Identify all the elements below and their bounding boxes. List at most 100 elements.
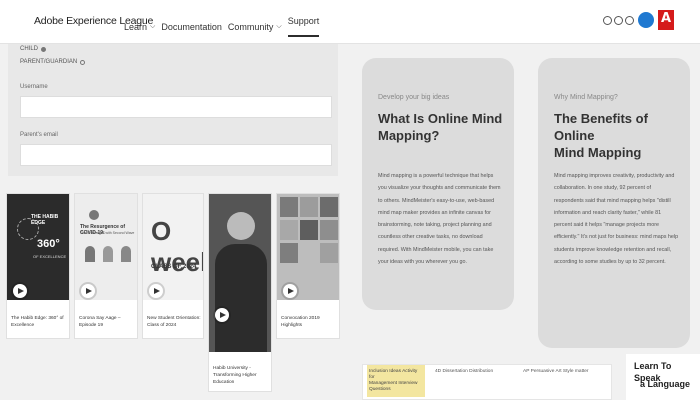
info-body-line: to others. MindMeister's easy-to-use, we… [378, 197, 495, 204]
play-icon[interactable] [81, 284, 95, 298]
topic-cell-line: Inclusion Ideas Activity for [369, 369, 418, 380]
topic-cell[interactable]: AP Persuasive Art Style matter [521, 365, 611, 379]
radio-parent-label: PARENT/GUARDIAN [20, 59, 78, 65]
collage-tile [280, 197, 298, 217]
video-thumbnail [277, 194, 339, 300]
collage-tile [280, 220, 298, 240]
collage-tile [320, 197, 338, 217]
info-eyebrow: Why Mind Mapping? [554, 94, 618, 101]
play-icon[interactable] [215, 308, 229, 322]
collage-tile [300, 197, 318, 217]
video-thumbnail: O week CLASS OF 2024 [143, 194, 203, 300]
topic-cell[interactable]: 4D Dissertation Distribution [433, 365, 513, 379]
video-card[interactable]: Convocation 2019 Highlights [276, 193, 340, 339]
search-icon[interactable] [603, 15, 612, 25]
promo-learn-language[interactable]: Learn To Speak a Language [626, 354, 700, 400]
thumb-sub: The Challenges with Second Wave [80, 231, 135, 235]
info-body-line: students improve knowledge retention and… [554, 246, 672, 253]
top-nav-bar: Adobe Experience League Learn ⌵ Document… [0, 0, 700, 44]
chevron-down-icon: ⌵ [276, 22, 282, 30]
info-eyebrow: Develop your big ideas [378, 94, 450, 101]
video-caption: New Student Orientation: Class of 2024 [147, 316, 201, 328]
nav-community-label: Community [227, 21, 274, 32]
video-card[interactable]: O week CLASS OF 2024 New Student Orienta… [142, 193, 204, 339]
info-body-line: information and reach clarity faster," w… [554, 209, 662, 216]
video-thumbnail: The Resurgence of COVID-19: The Challeng… [75, 194, 137, 300]
radio-parent-guardian[interactable]: PARENT/GUARDIAN [20, 59, 86, 65]
play-icon[interactable] [13, 284, 27, 298]
avatar[interactable] [638, 12, 654, 28]
video-card[interactable]: THE HABIB EDGE 360° OF EXCELLENCE The Ha… [6, 193, 70, 339]
thumb-sub: CLASS OF 2024 [151, 264, 197, 270]
nav-community[interactable]: Community ⌵ [228, 16, 282, 37]
info-body: Mind mapping improves creativity, produc… [554, 170, 688, 268]
topic-strip: Inclusion Ideas Activity for Management … [362, 364, 612, 400]
person-head [227, 212, 255, 240]
speaker-figure [103, 246, 113, 262]
collage-tile [320, 243, 338, 263]
info-title-line: Mapping? [378, 128, 440, 143]
info-title: The Benefits of Online Mind Mapping [554, 110, 690, 161]
topic-cell[interactable]: Inclusion Ideas Activity for Management … [367, 365, 425, 397]
help-icon[interactable] [625, 15, 634, 25]
globe-icon[interactable] [614, 15, 623, 25]
info-card-what-is: Develop your big ideas What Is Online Mi… [362, 58, 514, 310]
nav-support-label: Support [287, 16, 320, 26]
info-body-line: mind map maker provides an infinite canv… [378, 209, 491, 216]
info-title-line: The Benefits of Online [554, 111, 648, 143]
speaker-figure [85, 246, 95, 262]
parent-email-input[interactable] [20, 144, 332, 166]
collage-tile [320, 220, 338, 240]
thumb-title: THE HABIB EDGE [31, 214, 59, 226]
video-thumbnail [209, 194, 271, 352]
info-body-line: Mind mapping improves creativity, produc… [554, 173, 675, 179]
video-caption: Corona Say Aage – Episode 19 [79, 316, 121, 328]
promo-line: a Language [640, 379, 691, 389]
info-body-line: efficiently." It's not just for business… [554, 234, 679, 241]
nav-documentation-label: Documentation [161, 21, 222, 32]
video-caption: Habib University - Transforming Higher E… [213, 366, 257, 385]
toolbar-icons [603, 10, 674, 30]
main-nav: Learn ⌵ Documentation Community ⌵ Suppor… [124, 16, 320, 37]
radio-selected-icon[interactable] [41, 46, 47, 52]
info-body-line: required. With MindMeister mobile, you c… [378, 246, 494, 253]
info-body-line: percent said it helps "manage projects m… [554, 222, 659, 229]
info-body-line: respondents said that mind mapping helps… [554, 197, 671, 204]
video-thumbnail: THE HABIB EDGE 360° OF EXCELLENCE [7, 194, 69, 300]
nav-learn-label: Learn [124, 21, 148, 32]
info-body-line: your ideas with you wherever you go. [378, 259, 467, 266]
signup-form: CHILD PARENT/GUARDIAN Username Parent's … [8, 44, 338, 176]
info-body-line: countless other creative tasks, no downl… [378, 234, 483, 241]
info-body-line: brainstorming, note taking, project plan… [378, 222, 492, 229]
video-card[interactable]: The Resurgence of COVID-19: The Challeng… [74, 193, 138, 339]
info-body-line: you visualize your thoughts and communic… [378, 185, 501, 192]
username-label: Username [20, 84, 48, 90]
nav-learn[interactable]: Learn ⌵ [124, 16, 155, 37]
radio-child-label: CHILD [20, 46, 39, 52]
chevron-down-icon: ⌵ [150, 22, 156, 30]
collage-tile [300, 220, 318, 240]
info-title-line: What Is Online Mind [378, 111, 503, 126]
logo-icon [89, 210, 99, 220]
play-icon[interactable] [149, 284, 163, 298]
adobe-logo[interactable] [658, 10, 674, 30]
radio-unselected-icon[interactable] [80, 59, 86, 65]
radio-child[interactable]: CHILD [20, 46, 47, 52]
info-body-line: Mind mapping is a powerful technique tha… [378, 173, 494, 179]
info-card-benefits: Why Mind Mapping? The Benefits of Online… [538, 58, 690, 348]
play-icon[interactable] [283, 284, 297, 298]
username-input[interactable] [20, 96, 332, 118]
collage-tile [280, 243, 298, 263]
speaker-figure [121, 246, 131, 262]
info-title-line: Mind Mapping [554, 145, 642, 160]
video-caption: The Habib Edge: 360° of Excellence [11, 316, 64, 328]
video-card[interactable]: Habib University - Transforming Higher E… [208, 193, 272, 392]
topic-cell-line: Questions [369, 387, 391, 392]
thumb-sub: 360° [37, 238, 60, 250]
video-caption: Convocation 2019 Highlights [281, 316, 320, 328]
nav-documentation[interactable]: Documentation [161, 16, 222, 37]
info-body: Mind mapping is a powerful technique tha… [378, 170, 510, 268]
nav-support[interactable]: Support [287, 16, 320, 37]
parent-email-label: Parent's email [20, 132, 58, 138]
person-body [215, 244, 267, 352]
